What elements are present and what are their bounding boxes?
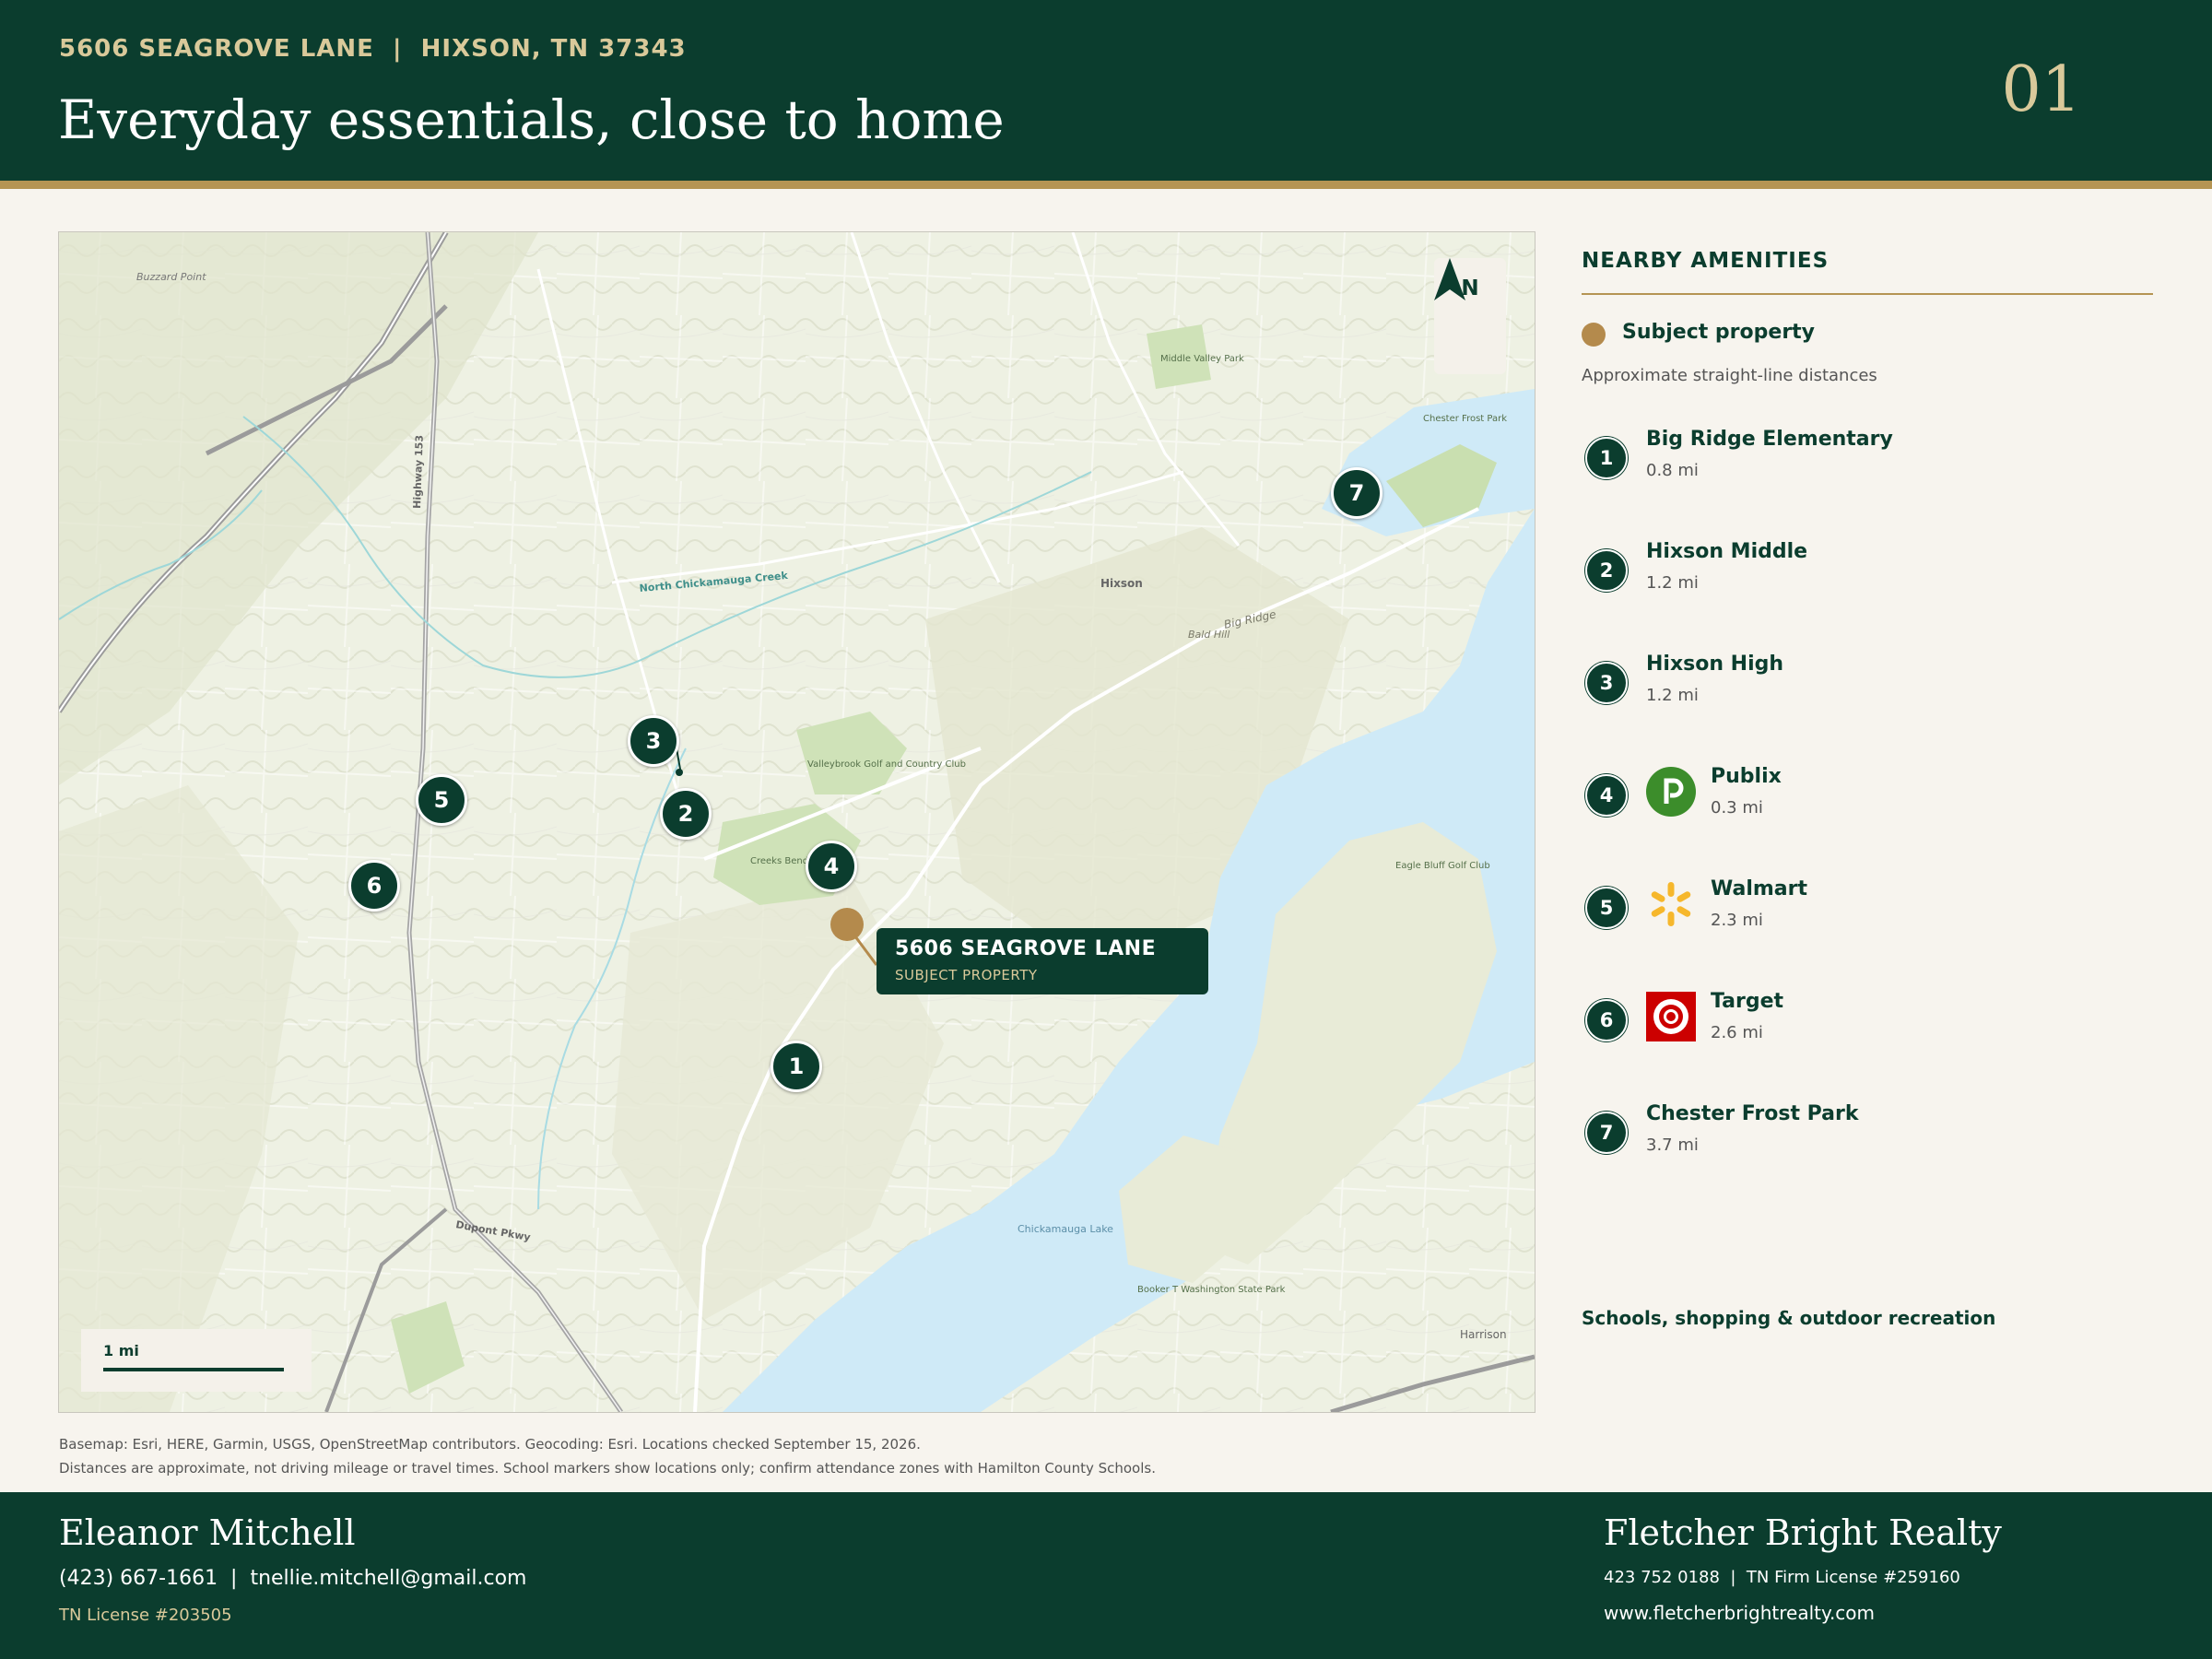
scale-bar-box: 1 mi (81, 1329, 312, 1392)
label-valleybrook: Valleybrook Golf and Country Club (807, 759, 966, 770)
amenity-distance: 2.6 mi (1711, 1023, 1763, 1042)
agent-contact[interactable]: (423) 667-1661 | tnellie.mitchell@gmail.… (59, 1567, 526, 1590)
amenity-distance: 0.8 mi (1646, 461, 1699, 480)
credits-line-1: Basemap: Esri, HERE, Garmin, USGS, OpenS… (59, 1436, 921, 1453)
agent-license: TN License #203505 (59, 1606, 232, 1625)
map-credits: Basemap: Esri, HERE, Garmin, USGS, OpenS… (59, 1432, 1156, 1480)
amenity-number: 6 (1585, 999, 1628, 1041)
amenity-name: Publix (1711, 765, 1782, 788)
target-logo-icon (1646, 992, 1696, 1041)
scale-bar (103, 1368, 284, 1371)
amenities-map[interactable]: Buzzard Point Hixson Big Ridge Bald Hill… (58, 231, 1535, 1413)
subject-property-marker[interactable] (830, 908, 864, 941)
amenity-name: Hixson High (1646, 653, 1784, 676)
amenity-item-big-ridge-elementary[interactable]: 1 Big Ridge Elementary 0.8 mi (1582, 426, 2153, 509)
label-chester-frost-park: Chester Frost Park (1423, 414, 1507, 424)
amenity-distance: 1.2 mi (1646, 573, 1699, 593)
distance-note: Approximate straight-line distances (1582, 366, 1877, 385)
brokerage-contact[interactable]: 423 752 0188 | TN Firm License #259160 (1604, 1568, 1960, 1587)
amenity-number: 2 (1585, 549, 1628, 592)
amenity-name: Big Ridge Elementary (1646, 428, 1893, 451)
map-marker-1[interactable]: 1 (771, 1041, 822, 1092)
label-chickamauga-lake: Chickamauga Lake (1018, 1223, 1113, 1235)
subject-callout-title: 5606 SEAGROVE LANE (895, 937, 1157, 960)
publix-logo-icon (1646, 767, 1696, 817)
subject-callout-subtitle: SUBJECT PROPERTY (895, 967, 1038, 983)
footer-band: Eleanor Mitchell (423) 667-1661 | tnelli… (0, 1492, 2212, 1659)
north-indicator: N (1434, 258, 1506, 374)
agent-name: Eleanor Mitchell (59, 1512, 356, 1553)
subject-property-callout: 5606 SEAGROVE LANE SUBJECT PROPERTY (877, 928, 1208, 994)
label-bald-hill: Bald Hill (1188, 629, 1230, 641)
property-address: 5606 SEAGROVE LANE | HIXSON, TN 37343 (59, 35, 687, 63)
page-title: Everyday essentials, close to home (58, 88, 1005, 151)
map-marker-3[interactable]: 3 (628, 715, 679, 767)
amenity-name: Hixson Middle (1646, 540, 1808, 563)
amenity-distance: 1.2 mi (1646, 686, 1699, 705)
amenity-distance: 2.3 mi (1711, 911, 1763, 930)
map-marker-7[interactable]: 7 (1331, 467, 1382, 519)
label-middle-valley-park: Middle Valley Park (1160, 354, 1244, 364)
amenity-number: 5 (1585, 887, 1628, 929)
map-marker-6[interactable]: 6 (348, 860, 400, 912)
page-number: 01 (2001, 53, 2081, 126)
amenity-item-target[interactable]: 6 Target 2.6 mi (1582, 988, 2153, 1071)
sidebar-rule (1582, 293, 2153, 295)
map-marker-4[interactable]: 4 (806, 841, 857, 892)
brokerage-website-link[interactable]: www.fletcherbrightrealty.com (1604, 1602, 1875, 1624)
header-gold-rule (0, 181, 2212, 189)
subject-legend-dot (1582, 323, 1606, 347)
amenity-item-chester-frost-park[interactable]: 7 Chester Frost Park 3.7 mi (1582, 1100, 2153, 1183)
amenity-distance: 0.3 mi (1711, 798, 1763, 818)
subject-legend-label: Subject property (1622, 321, 1816, 344)
label-buzzard-point: Buzzard Point (136, 271, 206, 283)
map-marker-5[interactable]: 5 (416, 774, 467, 826)
label-harrison: Harrison (1460, 1328, 1507, 1341)
walmart-spark-icon (1651, 882, 1691, 926)
sidebar-tagline: Schools, shopping & outdoor recreation (1582, 1307, 1996, 1329)
amenity-name: Walmart (1711, 877, 1808, 900)
amenity-item-walmart[interactable]: 5 Walmart 2.3 mi (1582, 876, 2153, 959)
scale-label: 1 mi (103, 1342, 139, 1359)
basemap: Buzzard Point Hixson Big Ridge Bald Hill… (59, 232, 1535, 1412)
sidebar-heading: NEARBY AMENITIES (1582, 249, 1830, 273)
credits-line-2: Distances are approximate, not driving m… (59, 1460, 1156, 1477)
amenity-item-publix[interactable]: 4 Publix 0.3 mi (1582, 763, 2153, 846)
header-band: 5606 SEAGROVE LANE | HIXSON, TN 37343 Ev… (0, 0, 2212, 181)
amenity-number: 4 (1585, 774, 1628, 817)
north-arrow-icon (1434, 258, 1465, 300)
map-marker-2[interactable]: 2 (660, 788, 712, 840)
amenity-number: 3 (1585, 662, 1628, 704)
brokerage-name: Fletcher Bright Realty (1604, 1512, 2002, 1553)
label-eagle-bluff: Eagle Bluff Golf Club (1395, 861, 1490, 871)
amenity-item-hixson-middle[interactable]: 2 Hixson Middle 1.2 mi (1582, 538, 2153, 621)
amenity-number: 1 (1585, 437, 1628, 479)
amenity-item-hixson-high[interactable]: 3 Hixson High 1.2 mi (1582, 651, 2153, 734)
amenity-name: Target (1711, 990, 1784, 1013)
label-booker-t: Booker T Washington State Park (1137, 1285, 1286, 1295)
amenity-number: 7 (1585, 1112, 1628, 1154)
label-hixson: Hixson (1100, 577, 1143, 590)
amenity-name: Chester Frost Park (1646, 1102, 1859, 1125)
amenity-distance: 3.7 mi (1646, 1135, 1699, 1155)
